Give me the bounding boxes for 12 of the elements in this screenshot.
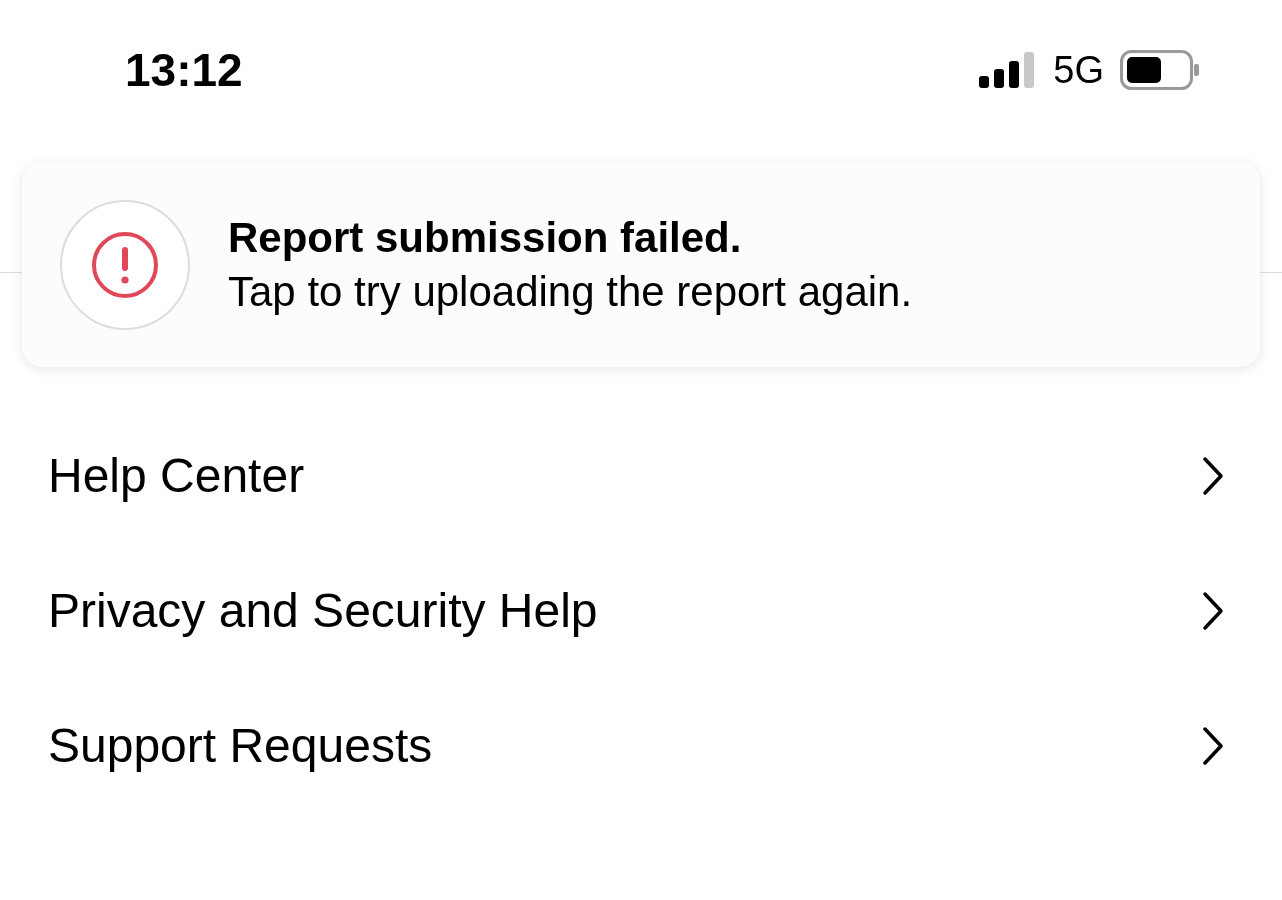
- toast-message: Tap to try uploading the report again.: [228, 267, 913, 316]
- menu-item[interactable]: Help Center: [0, 408, 1282, 543]
- status-time: 13:12: [125, 43, 243, 97]
- chevron-icon: [1202, 455, 1224, 496]
- toast-title: Report submission failed.: [228, 213, 743, 262]
- menu-item[interactable]: Support Requests: [0, 678, 1282, 813]
- battery-icon: [1120, 50, 1200, 90]
- chevron-icon: [1202, 725, 1224, 766]
- network-label: 5G: [1053, 48, 1104, 92]
- error-toast[interactable]: Report submission failed. Tap to try uploading the report again.: [22, 162, 1260, 367]
- menu-item[interactable]: Privacy and Security Help: [0, 543, 1282, 678]
- chevron-icon: [1202, 590, 1224, 631]
